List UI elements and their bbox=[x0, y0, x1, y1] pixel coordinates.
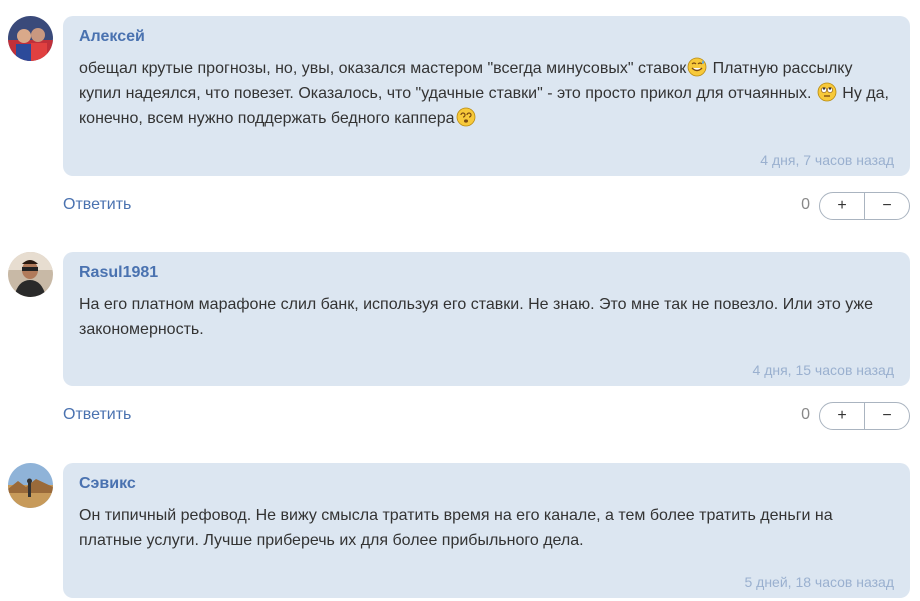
downvote-button[interactable]: − bbox=[865, 403, 909, 429]
reply-button[interactable]: Ответить bbox=[63, 196, 131, 214]
avatar[interactable] bbox=[8, 252, 53, 297]
comment-text-part: обещал крутые прогнозы, но, увы, оказалс… bbox=[79, 60, 687, 77]
upvote-button[interactable]: + bbox=[820, 193, 864, 219]
vote-control: + − bbox=[819, 192, 910, 220]
vote-control: + − bbox=[819, 402, 910, 430]
comment-author[interactable]: Rasul1981 bbox=[79, 263, 894, 283]
comment-bubble: Алексей обещал крутые прогнозы, но, увы,… bbox=[63, 16, 910, 176]
upvote-button[interactable]: + bbox=[820, 403, 864, 429]
comment-author[interactable]: Алексей bbox=[79, 27, 894, 47]
avatar[interactable] bbox=[8, 16, 53, 61]
comment-text: На его платном марафоне слил банк, испол… bbox=[79, 296, 873, 338]
vote-count: 0 bbox=[801, 406, 810, 423]
comment-actions: Ответить 0 + − bbox=[63, 402, 910, 430]
downvote-button[interactable]: − bbox=[865, 193, 909, 219]
comment-author[interactable]: Сэвикс bbox=[79, 474, 894, 494]
vote-count: 0 bbox=[801, 196, 810, 213]
comment-bubble: Rasul1981 На его платном марафоне слил б… bbox=[63, 252, 910, 386]
sweat-smile-emoji bbox=[687, 57, 707, 77]
comment-text: Он типичный рефовод. Не вижу смысла трат… bbox=[79, 507, 833, 549]
comment-bubble: Сэвикс Он типичный рефовод. Не вижу смыс… bbox=[63, 463, 910, 598]
comment-text: обещал крутые прогнозы, но, увы, оказалс… bbox=[79, 56, 894, 131]
reply-button[interactable]: Ответить bbox=[63, 406, 131, 424]
avatar[interactable] bbox=[8, 463, 53, 508]
comment-actions: Ответить 0 + − bbox=[63, 192, 910, 220]
comment-timestamp: 4 дня, 7 часов назад bbox=[760, 152, 894, 168]
comment-timestamp: 5 дней, 18 часов назад bbox=[744, 574, 894, 590]
comment-timestamp: 4 дня, 15 часов назад bbox=[752, 362, 894, 378]
dizzy-face-emoji bbox=[456, 107, 475, 127]
rolling-eyes-emoji bbox=[817, 82, 837, 102]
